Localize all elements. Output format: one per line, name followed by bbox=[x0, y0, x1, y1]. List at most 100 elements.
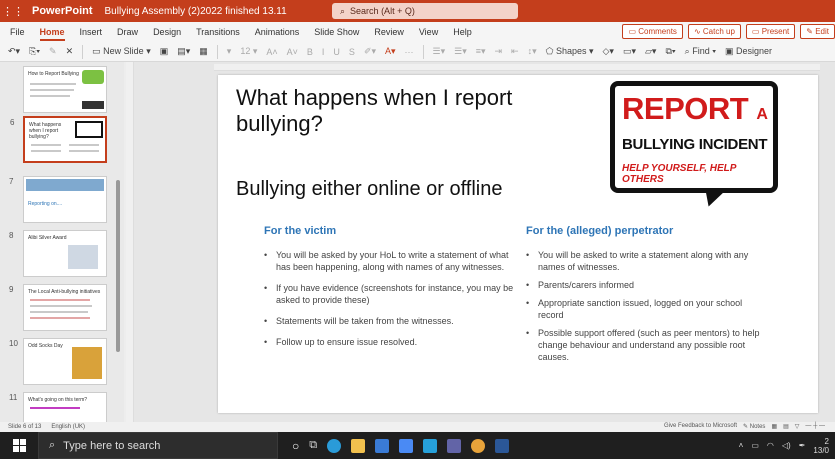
present-button[interactable]: ▭ Present bbox=[745, 24, 796, 39]
tab-design[interactable]: Design bbox=[153, 27, 181, 37]
status-bar: Slide 6 of 13 English (UK) Give Feedback… bbox=[0, 422, 835, 432]
strikethrough-icon[interactable]: S bbox=[349, 47, 355, 57]
tab-home[interactable]: Home bbox=[39, 27, 65, 41]
tab-view[interactable]: View bbox=[419, 27, 438, 37]
catchup-button[interactable]: ∿ Catch up bbox=[687, 24, 741, 39]
font-family-select[interactable]: ▾ bbox=[227, 46, 232, 57]
chrome-icon[interactable] bbox=[471, 438, 486, 453]
designer-button[interactable]: ▣ Designer bbox=[725, 46, 772, 57]
undo-icon[interactable]: ↶▾ bbox=[8, 46, 20, 57]
search-placeholder: Search (Alt + Q) bbox=[350, 6, 415, 16]
pen-icon[interactable]: ✒ bbox=[799, 441, 806, 450]
slide-thumbnail[interactable]: 11 What's going on this term? bbox=[9, 392, 107, 422]
indent-icon[interactable]: ⇥ bbox=[495, 46, 503, 57]
shrink-font-icon[interactable]: A˅ bbox=[287, 47, 298, 57]
highlight-icon[interactable]: ✐▾ bbox=[364, 46, 376, 57]
chevron-up-icon[interactable]: ˄ bbox=[739, 441, 744, 450]
start-button[interactable] bbox=[0, 432, 38, 459]
tab-insert[interactable]: Insert bbox=[80, 27, 103, 37]
cortana-icon[interactable]: ○ bbox=[292, 439, 299, 453]
victim-column[interactable]: For the victim You will be asked by your… bbox=[264, 225, 514, 357]
slide[interactable]: What happens when I report bullying? Bul… bbox=[218, 75, 818, 413]
battery-icon[interactable]: ▭ bbox=[751, 441, 759, 450]
edge-icon[interactable] bbox=[327, 438, 342, 453]
mail-icon[interactable] bbox=[399, 438, 414, 453]
background-icon[interactable]: ▦ bbox=[199, 46, 208, 57]
taskbar-apps: ○ ⧉ bbox=[292, 432, 510, 459]
line-spacing-icon[interactable]: ↕▾ bbox=[528, 46, 537, 57]
more-icon[interactable]: ··· bbox=[405, 47, 414, 57]
wifi-icon[interactable]: ◠ bbox=[767, 441, 774, 450]
tab-review[interactable]: Review bbox=[374, 27, 404, 37]
italic-icon[interactable]: I bbox=[322, 47, 325, 57]
document-name[interactable]: Bullying Assembly (2)2022 finished 13.11 bbox=[105, 6, 287, 17]
app-launcher-icon[interactable]: ⋮⋮ bbox=[0, 0, 26, 22]
slide-thumbnail-selected[interactable]: 6 What happens when I report bullying? bbox=[10, 116, 107, 163]
find-button[interactable]: ⌕ Find ▾ bbox=[685, 46, 716, 57]
delete-icon[interactable]: ✕ bbox=[66, 46, 74, 57]
tab-help[interactable]: Help bbox=[453, 27, 472, 37]
list-item: Possible support offered (such as peer m… bbox=[526, 327, 766, 363]
word-icon[interactable] bbox=[495, 438, 510, 453]
thumbnail-pane: How to Report Bullying 6 What happens wh… bbox=[0, 62, 124, 422]
normal-view-icon[interactable]: ▦ bbox=[771, 423, 777, 430]
file-explorer-icon[interactable] bbox=[351, 438, 366, 453]
search-icon: ⌕ bbox=[340, 5, 346, 16]
format-painter-icon[interactable]: ✎ bbox=[49, 46, 57, 57]
slide-thumbnail[interactable]: 8 Alibi Silver Award bbox=[9, 230, 107, 277]
slide-thumbnail[interactable]: 7 Reporting on.... bbox=[9, 176, 107, 223]
fill-icon[interactable]: ◇▾ bbox=[603, 46, 614, 57]
outline-icon[interactable]: ▭▾ bbox=[623, 46, 636, 57]
slide-subtitle[interactable]: Bullying either online or offline bbox=[236, 178, 502, 201]
feedback-link[interactable]: Give Feedback to Microsoft bbox=[664, 423, 737, 430]
zoom-slider[interactable]: — ┼ — bbox=[805, 423, 825, 430]
slide-thumbnail[interactable]: 9 The Local Anti-bullying initiatives bbox=[9, 284, 107, 331]
layout-icon[interactable]: ▤▾ bbox=[177, 46, 190, 57]
font-color-icon[interactable]: A▾ bbox=[385, 46, 396, 57]
slide-title[interactable]: What happens when I report bullying? bbox=[236, 85, 576, 137]
quick-styles-icon[interactable]: ⧉▾ bbox=[665, 46, 675, 57]
list-item: Follow up to ensure issue resolved. bbox=[264, 336, 514, 348]
taskbar-search[interactable]: ⌕ Type here to search bbox=[38, 432, 278, 459]
app-l-icon[interactable] bbox=[423, 438, 438, 453]
language-indicator[interactable]: English (UK) bbox=[51, 424, 85, 430]
tab-slide-show[interactable]: Slide Show bbox=[314, 27, 359, 37]
sorter-view-icon[interactable]: ▤ bbox=[783, 423, 789, 430]
system-tray: ˄ ▭ ◠ ◁) ✒ 2 13/0 bbox=[739, 432, 829, 459]
search-box[interactable]: ⌕ Search (Alt + Q) bbox=[332, 3, 518, 19]
font-size-select[interactable]: 12 ▾ bbox=[240, 46, 257, 57]
clipboard-icon[interactable]: ⎘▾ bbox=[29, 46, 40, 57]
comments-button[interactable]: ▭ Comments bbox=[622, 24, 683, 39]
bullets-icon[interactable]: ☰▾ bbox=[433, 46, 446, 57]
tab-file[interactable]: File bbox=[10, 27, 25, 37]
outdent-icon[interactable]: ⇤ bbox=[511, 46, 519, 57]
arrange-icon[interactable]: ▱▾ bbox=[645, 46, 656, 57]
grow-font-icon[interactable]: A˄ bbox=[266, 47, 277, 57]
reuse-slide-icon[interactable]: ▣ bbox=[160, 46, 169, 57]
bold-icon[interactable]: B bbox=[307, 47, 313, 57]
slide-thumbnail[interactable]: 10 Odd Socks Day bbox=[9, 338, 107, 385]
edit-button[interactable]: ✎ Edit bbox=[800, 24, 835, 39]
store-icon[interactable] bbox=[375, 438, 390, 453]
tab-draw[interactable]: Draw bbox=[117, 27, 138, 37]
tab-animations[interactable]: Animations bbox=[255, 27, 300, 37]
title-bar: ⋮⋮ PowerPoint Bullying Assembly (2)2022 … bbox=[0, 0, 835, 22]
underline-icon[interactable]: U bbox=[333, 47, 340, 57]
horizontal-ruler bbox=[214, 64, 820, 71]
thumbnail-scrollbar[interactable] bbox=[116, 180, 120, 352]
new-slide-button[interactable]: ▭ New Slide ▾ bbox=[92, 46, 151, 57]
numbering-icon[interactable]: ☰▾ bbox=[454, 46, 467, 57]
shapes-button[interactable]: ⬠ Shapes ▾ bbox=[546, 46, 594, 57]
clock[interactable]: 2 13/0 bbox=[813, 437, 829, 455]
reading-view-icon[interactable]: ▽ bbox=[795, 423, 800, 430]
tab-transitions[interactable]: Transitions bbox=[196, 27, 240, 37]
perpetrator-column[interactable]: For the (alleged) perpetrator You will b… bbox=[526, 225, 766, 369]
report-bullying-graphic[interactable]: REPORT A BULLYING INCIDENT HELP YOURSELF… bbox=[610, 81, 778, 211]
slide-thumbnail[interactable]: How to Report Bullying bbox=[23, 66, 107, 113]
align-icon[interactable]: ≡▾ bbox=[476, 46, 486, 57]
list-item: Parents/carers informed bbox=[526, 279, 766, 291]
teams-icon[interactable] bbox=[447, 438, 462, 453]
notes-button[interactable]: ✎ Notes bbox=[743, 423, 765, 430]
task-view-icon[interactable]: ⧉ bbox=[309, 439, 317, 452]
volume-icon[interactable]: ◁) bbox=[782, 441, 791, 450]
